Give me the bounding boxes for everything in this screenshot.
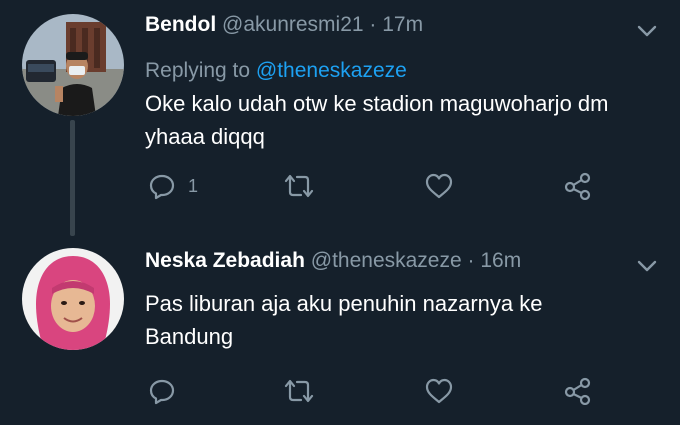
tweet-header: Bendol @akunresmi21 · 17m (145, 13, 423, 37)
timestamp[interactable]: 17m (382, 13, 423, 36)
avatar[interactable] (22, 248, 124, 350)
heart-icon (425, 173, 453, 199)
chevron-down-icon[interactable] (636, 24, 658, 38)
share-icon (564, 377, 591, 405)
user-handle[interactable]: @akunresmi21 (222, 13, 364, 36)
display-name[interactable]: Neska Zebadiah (145, 249, 305, 272)
avatar-photo (22, 248, 124, 350)
display-name[interactable]: Bendol (145, 13, 216, 36)
tweet-text: Oke kalo udah otw ke stadion maguwoharjo… (145, 87, 645, 153)
share-button[interactable] (563, 377, 593, 405)
avatar-photo (22, 14, 124, 116)
reply-button[interactable] (148, 377, 176, 405)
tweet[interactable]: Bendol @akunresmi21 · 17m Replying to @t… (0, 0, 680, 236)
separator-dot: · (467, 249, 475, 272)
mention-link[interactable]: @theneskazeze (256, 59, 407, 82)
avatar[interactable] (22, 14, 124, 116)
chevron-down-icon[interactable] (636, 259, 658, 273)
tweet-text: Pas liburan aja aku penuhin nazarnya ke … (145, 287, 645, 353)
like-button[interactable] (424, 377, 454, 405)
reply-icon (149, 379, 175, 405)
reply-icon (149, 174, 175, 200)
reply-count: 1 (188, 175, 199, 196)
separator-dot: · (369, 13, 377, 36)
retweet-icon (284, 379, 314, 403)
share-button[interactable] (563, 172, 593, 200)
tweet-text-line: Bandung (145, 324, 234, 349)
tweet-text-line: Pas liburan aja aku penuhin nazarnya ke (145, 291, 543, 316)
tweet-header: Neska Zebadiah @theneskazeze · 16m (145, 249, 521, 273)
timestamp[interactable]: 16m (480, 249, 521, 272)
replying-prefix: Replying to (145, 59, 251, 82)
replying-to: Replying to @theneskazeze (145, 59, 407, 83)
retweet-button[interactable] (283, 377, 315, 405)
thread-connector-line (70, 120, 75, 236)
retweet-icon (284, 174, 314, 198)
tweet-text-line: Oke kalo udah otw ke stadion maguwoharjo… (145, 91, 609, 116)
heart-icon (425, 378, 453, 404)
reply-button[interactable]: 1 (148, 172, 198, 200)
share-icon (564, 172, 591, 200)
like-button[interactable] (424, 172, 454, 200)
user-handle[interactable]: @theneskazeze (311, 249, 462, 272)
tweet[interactable]: Neska Zebadiah @theneskazeze · 16m Pas l… (0, 232, 680, 425)
tweet-text-line: yhaaa diqqq (145, 124, 265, 149)
retweet-button[interactable] (283, 172, 315, 200)
